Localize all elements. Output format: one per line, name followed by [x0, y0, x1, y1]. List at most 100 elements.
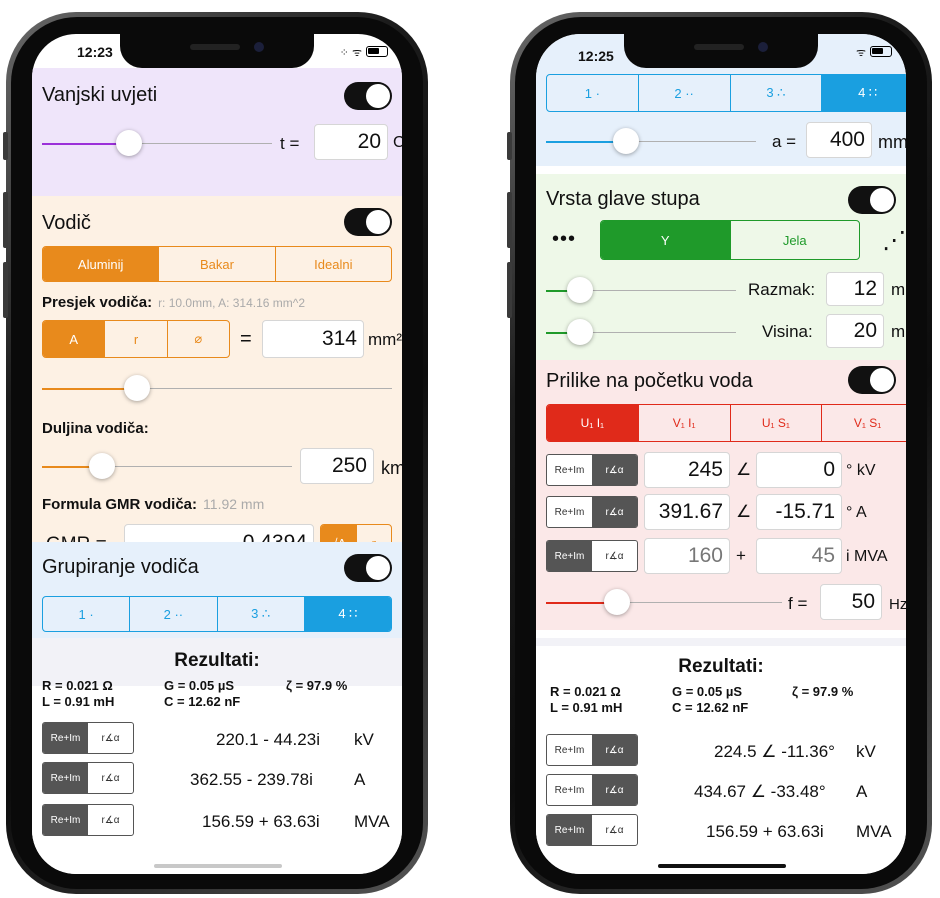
spacing-slider[interactable]	[546, 128, 756, 154]
mode-diameter[interactable]: ⌀	[166, 321, 229, 357]
home-indicator[interactable]	[658, 864, 786, 868]
area-slider[interactable]	[42, 375, 392, 401]
material-aluminij[interactable]: Aluminij	[43, 247, 159, 281]
visina-slider[interactable]	[546, 319, 736, 345]
power-format-toggle[interactable]: Re+Im r∡α	[546, 540, 638, 572]
material-bakar[interactable]: Bakar	[158, 247, 274, 281]
current-format-toggle[interactable]: Re+Im r∡α	[546, 496, 638, 528]
glava-toggle[interactable]	[848, 186, 896, 214]
tower-type-jela[interactable]: Jela	[729, 221, 860, 259]
presjek-mode-selector[interactable]: A r ⌀	[42, 320, 230, 358]
material-selector[interactable]: Aluminij Bakar Idealni	[42, 246, 392, 282]
slider-knob[interactable]	[603, 589, 630, 615]
bundle-selector[interactable]: 1 · 2 ·· 3 ∴ 4 ∷	[546, 74, 906, 112]
mode-u1-s1[interactable]: U₁ S₁	[729, 405, 822, 441]
visina-input[interactable]: 20	[826, 314, 884, 348]
frequency-input[interactable]: 50	[820, 584, 882, 620]
tower-type-y[interactable]: Y	[601, 221, 730, 259]
format-re-im[interactable]: Re+Im	[547, 541, 592, 571]
temperature-input[interactable]: 20	[314, 124, 388, 160]
result-r: R = 0.021 Ω	[42, 678, 113, 693]
razmak-input[interactable]: 12	[826, 272, 884, 306]
grupiranje-toggle[interactable]	[344, 554, 392, 582]
home-indicator[interactable]	[154, 864, 282, 868]
format-re-im[interactable]: Re+Im	[547, 775, 592, 805]
format-re-im[interactable]: Re+Im	[43, 805, 88, 835]
slider-knob[interactable]	[567, 319, 594, 345]
result-c: C = 12.62 nF	[672, 700, 749, 715]
format-polar[interactable]: r∡α	[592, 775, 637, 805]
slider-knob[interactable]	[89, 453, 115, 479]
mode-v1-s1[interactable]: V₁ S₁	[821, 405, 906, 441]
format-polar[interactable]: r∡α	[592, 541, 637, 571]
spacing-input[interactable]: 400	[806, 122, 872, 158]
t-label: t =	[280, 134, 300, 153]
bundle-option-2[interactable]: 2 ··	[637, 75, 730, 111]
f-label: f =	[788, 594, 808, 613]
current-angle-input[interactable]: -15.71	[756, 494, 842, 530]
current-magnitude-input[interactable]: 391.67	[644, 494, 730, 530]
bundle-option-1[interactable]: 1 ·	[547, 75, 638, 111]
vodic-toggle[interactable]	[344, 208, 392, 236]
razmak-slider[interactable]	[546, 277, 736, 303]
bundle-option-2[interactable]: 2 ··	[129, 597, 216, 631]
current-unit: A	[856, 782, 868, 801]
material-idealni[interactable]: Idealni	[274, 247, 391, 281]
format-re-im[interactable]: Re+Im	[547, 815, 592, 845]
voltage-unit: ° kV	[846, 462, 876, 479]
format-re-im[interactable]: Re+Im	[547, 455, 592, 485]
voltage-format-toggle[interactable]: Re+Im r∡α	[546, 734, 638, 766]
voltage-format-toggle[interactable]: Re+Im r∡α	[42, 722, 134, 754]
format-polar[interactable]: r∡α	[88, 805, 133, 835]
format-re-im[interactable]: Re+Im	[43, 723, 88, 753]
current-format-toggle[interactable]: Re+Im r∡α	[546, 774, 638, 806]
format-re-im[interactable]: Re+Im	[547, 735, 592, 765]
power-format-toggle[interactable]: Re+Im r∡α	[42, 804, 134, 836]
power-imag-input[interactable]: 45	[756, 538, 842, 574]
visina-label: Visina:	[762, 322, 813, 341]
mode-u1-i1[interactable]: U₁ I₁	[547, 405, 638, 441]
current-format-toggle[interactable]: Re+Im r∡α	[42, 762, 134, 794]
voltage-unit: kV	[354, 730, 374, 749]
format-re-im[interactable]: Re+Im	[43, 763, 88, 793]
format-re-im[interactable]: Re+Im	[547, 497, 592, 527]
format-polar[interactable]: r∡α	[592, 735, 637, 765]
format-polar[interactable]: r∡α	[592, 815, 637, 845]
slider-knob[interactable]	[567, 277, 594, 303]
mode-v1-i1[interactable]: V₁ I₁	[637, 405, 730, 441]
slider-knob[interactable]	[123, 375, 150, 401]
slider-knob[interactable]	[116, 130, 143, 156]
length-slider[interactable]	[42, 453, 292, 479]
bundle-option-1[interactable]: 1 ·	[43, 597, 129, 631]
bundle-option-4[interactable]: 4 ∷	[303, 597, 391, 631]
input-mode-selector[interactable]: U₁ I₁ V₁ I₁ U₁ S₁ V₁ S₁	[546, 404, 906, 442]
temperature-slider[interactable]	[42, 130, 272, 156]
current-unit: A	[354, 770, 366, 789]
frequency-slider[interactable]	[546, 589, 782, 615]
bundle-selector[interactable]: 1 · 2 ·· 3 ∴ 4 ∷	[42, 596, 392, 632]
section-title: Vanjski uvjeti	[42, 84, 158, 106]
mute-switch	[3, 132, 8, 160]
bundle-option-3[interactable]: 3 ∴	[729, 75, 822, 111]
bundle-option-3[interactable]: 3 ∴	[216, 597, 304, 631]
bundle-option-4[interactable]: 4 ∷	[821, 75, 906, 111]
format-polar[interactable]: r∡α	[592, 455, 637, 485]
tower-type-selector[interactable]: Y Jela	[600, 220, 860, 260]
format-polar[interactable]: r∡α	[592, 497, 637, 527]
voltage-angle-input[interactable]: 0	[756, 452, 842, 488]
area-input[interactable]: 314	[262, 320, 364, 358]
power-real-input[interactable]: 160	[644, 538, 730, 574]
length-input[interactable]: 250	[300, 448, 374, 484]
power-format-toggle[interactable]: Re+Im r∡α	[546, 814, 638, 846]
slider-knob[interactable]	[612, 128, 639, 154]
prilike-toggle[interactable]	[848, 366, 896, 394]
gmr-formula-label: Formula GMR vodiča: 11.92 mm	[42, 496, 264, 513]
mode-a[interactable]: A	[43, 321, 105, 357]
format-polar[interactable]: r∡α	[88, 763, 133, 793]
vanjski-toggle[interactable]	[344, 82, 392, 110]
clock: 12:25	[578, 48, 614, 64]
voltage-magnitude-input[interactable]: 245	[644, 452, 730, 488]
format-polar[interactable]: r∡α	[88, 723, 133, 753]
mode-r[interactable]: r	[104, 321, 166, 357]
voltage-format-toggle[interactable]: Re+Im r∡α	[546, 454, 638, 486]
